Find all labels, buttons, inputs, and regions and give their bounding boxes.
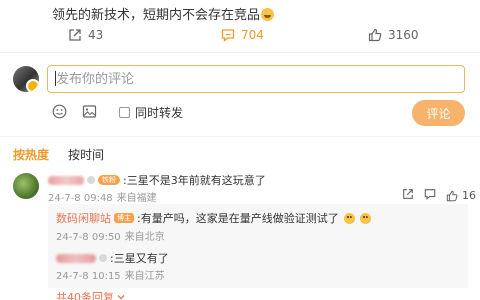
tab-sort-time[interactable]: 按时间: [68, 146, 104, 163]
commenter-avatar[interactable]: [13, 173, 39, 199]
share-button[interactable]: 43: [68, 24, 103, 46]
fan-badge: 铁粉: [98, 175, 120, 185]
divider: [0, 52, 480, 53]
reply-location: 来自北京: [124, 232, 165, 243]
repost-label: 同时转发: [135, 106, 184, 120]
comment-icon: [424, 189, 436, 200]
verified-badge: [99, 254, 107, 262]
comment-body: 铁粉 :三星不是3年前就有这玩意了: [48, 172, 266, 188]
emoji-icon: [359, 212, 371, 224]
comment-like-button[interactable]: 16: [446, 189, 476, 202]
comment-like-count: 16: [462, 189, 476, 202]
reply-date: 24-7-8 09:50: [56, 232, 121, 243]
more-replies-link[interactable]: 共40条回复: [56, 289, 125, 300]
verified-badge: [87, 176, 95, 184]
post-comment-button[interactable]: 评论: [412, 100, 465, 126]
comment-icon: [221, 29, 235, 42]
like-button[interactable]: 3160: [368, 24, 419, 46]
reply-meta: 24-7-8 10:15 来自江苏: [56, 267, 165, 282]
tab-sort-hot[interactable]: 按热度: [13, 146, 49, 163]
chevron-down-icon: [117, 295, 125, 300]
share-count: 43: [88, 28, 104, 42]
reply-author[interactable]: 数码闲聊站: [56, 210, 111, 226]
commenter-name[interactable]: [48, 175, 84, 185]
emoji-picker-button[interactable]: [52, 104, 67, 119]
reply-date: 24-7-8 10:15: [56, 271, 121, 282]
emoji-icon: [343, 212, 355, 224]
image-icon: [82, 105, 97, 118]
reply-body: 数码闲聊站 博主 :有量产吗，这家是在量产线做验证测试了: [56, 210, 371, 226]
divider: [0, 136, 480, 137]
text-caret: [55, 71, 56, 86]
like-icon: [446, 190, 458, 201]
comment-reply-button[interactable]: [424, 188, 436, 203]
reply-body: :三星又有了: [56, 250, 169, 266]
image-upload-button[interactable]: [82, 104, 97, 119]
comment-button[interactable]: 704: [221, 24, 264, 46]
share-icon: [403, 189, 413, 199]
smiley-icon: [52, 104, 67, 119]
comment-location: 来自福建: [116, 193, 157, 204]
comment-count: 704: [241, 28, 264, 42]
post-text: 领先的新技术，短期内不会存在竞品: [52, 4, 275, 23]
reply-meta: 24-7-8 09:50 来自北京: [56, 228, 165, 243]
my-avatar[interactable]: [13, 66, 39, 92]
like-count: 3160: [388, 28, 419, 42]
comment-date: 24-7-8 09:48: [48, 193, 113, 204]
repost-toggle[interactable]: 同时转发: [119, 104, 183, 121]
comment-input[interactable]: [47, 65, 465, 93]
share-icon: [69, 29, 81, 41]
repost-checkbox[interactable]: [119, 107, 130, 118]
reply-author[interactable]: [56, 253, 96, 263]
reply-text: :有量产吗，这家是在量产线做验证测试了: [137, 212, 339, 225]
reply-text: :三星又有了: [110, 252, 169, 265]
reply-location: 来自江苏: [124, 271, 165, 282]
post-action-bar: 43 704 3160: [0, 24, 480, 46]
blogger-badge: 博主: [114, 213, 134, 223]
like-icon: [368, 28, 382, 42]
grin-emoji-icon: [261, 8, 275, 21]
comment-text: :三星不是3年前就有这玩意了: [123, 174, 266, 187]
more-replies-label: 共40条回复: [56, 291, 114, 300]
post-text-content: 领先的新技术，短期内不会存在竞品: [52, 8, 261, 23]
comment-actions: 16: [402, 188, 476, 203]
comment-meta: 24-7-8 09:48 来自福建: [48, 189, 157, 204]
comment-share-button[interactable]: [402, 188, 414, 203]
